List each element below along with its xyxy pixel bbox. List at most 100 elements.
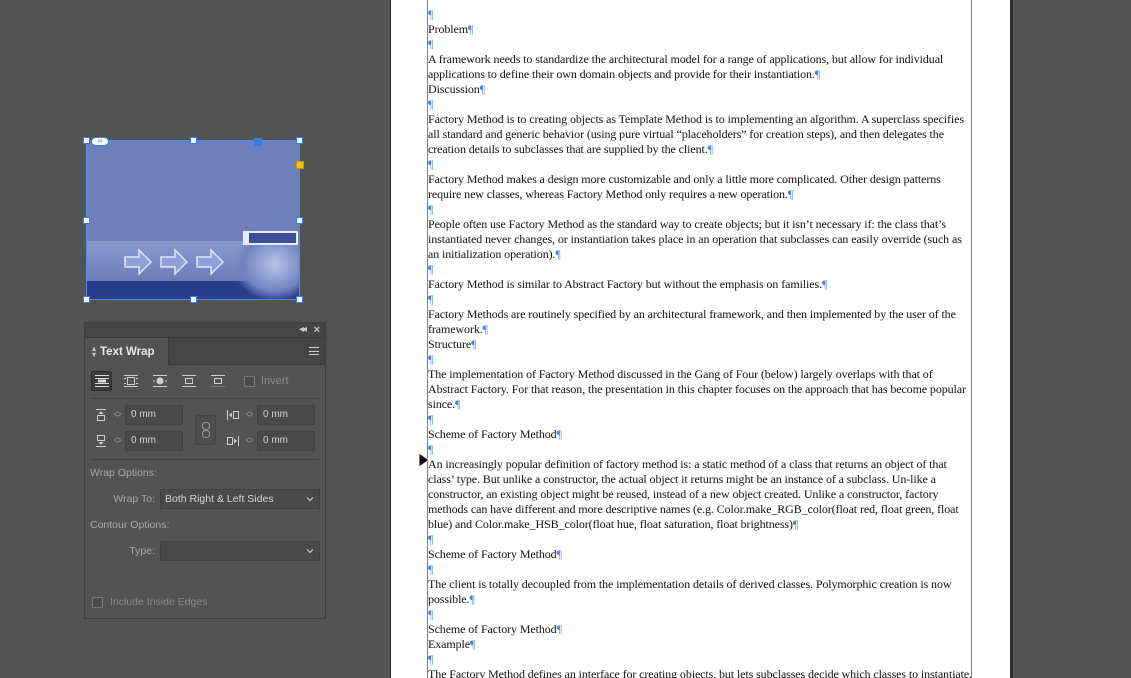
live-corners-port[interactable] <box>296 161 304 169</box>
wrap-bounding-box-icon <box>123 375 138 387</box>
invert-option[interactable]: Invert <box>244 375 289 387</box>
bottom-offset-input[interactable]: 0 mm <box>125 431 183 451</box>
resize-handle-bottom[interactable] <box>190 296 197 303</box>
paragraph: Scheme of Factory Method¶ <box>428 547 973 562</box>
paragraph: A framework needs to standardize the arc… <box>428 52 973 82</box>
content-grabber[interactable] <box>254 138 262 146</box>
page-shadow <box>1010 0 1013 678</box>
text-wrap-panel: ◂◂ × ▴ ▾ Text Wrap Invert ︿ ﹀ 0 mm ︿ ﹀ 0… <box>84 322 326 619</box>
empty-paragraph: ¶ <box>428 352 973 367</box>
resize-handle-bottom-left[interactable] <box>83 296 90 303</box>
paragraph: People often use Factory Method as the s… <box>428 217 973 262</box>
wrap-bounding-box-button[interactable] <box>120 371 141 391</box>
divider <box>91 398 319 399</box>
pilcrow-mark: ¶ <box>556 622 562 636</box>
right-offset-stepper[interactable]: ︿ ﹀ <box>246 434 253 448</box>
paragraph: Problem¶ <box>428 22 973 37</box>
jump-object-icon <box>181 375 196 387</box>
left-offset-input[interactable]: 0 mm <box>257 405 315 425</box>
resize-handle-bottom-right[interactable] <box>296 296 303 303</box>
no-text-wrap-button[interactable] <box>91 371 112 391</box>
paragraph: Factory Method makes a design more custo… <box>428 172 973 202</box>
paragraph-text: The Factory Method defines an interface … <box>428 667 973 678</box>
pilcrow-mark: ¶ <box>428 157 434 171</box>
resize-handle-top[interactable] <box>190 137 197 144</box>
paragraph-text: A framework needs to standardize the arc… <box>428 52 944 81</box>
paragraph: Factory Methods are routinely specified … <box>428 307 973 337</box>
resize-handle-top-right[interactable] <box>296 137 303 144</box>
pilcrow-mark: ¶ <box>482 322 488 336</box>
pilcrow-mark: ¶ <box>467 22 474 36</box>
pilcrow-mark: ¶ <box>428 412 434 426</box>
wrap-to-value: Both Right & Left Sides <box>165 493 274 505</box>
resize-handle-right[interactable] <box>296 217 303 224</box>
pilcrow-mark: ¶ <box>428 292 434 306</box>
paragraph: Factory Method is similar to Abstract Fa… <box>428 277 973 292</box>
paragraph-text: An increasingly popular definition of fa… <box>428 457 959 531</box>
pilcrow-mark: ¶ <box>814 67 821 81</box>
pilcrow-mark: ¶ <box>469 592 475 606</box>
pilcrow-mark: ¶ <box>707 142 713 156</box>
placed-image-frame[interactable]: ∞ <box>83 137 304 303</box>
wrap-to-select[interactable]: Both Right & Left Sides <box>160 489 320 509</box>
wrap-options-label: Wrap Options: <box>90 467 157 479</box>
right-offset-icon <box>227 436 239 446</box>
panel-tab-bar: ▴ ▾ Text Wrap <box>85 338 325 365</box>
jump-to-next-column-button[interactable] <box>207 371 228 391</box>
arrow-right-icon <box>195 247 225 277</box>
empty-paragraph: ¶ <box>428 262 973 277</box>
pilcrow-mark: ¶ <box>792 517 799 531</box>
left-offset-stepper[interactable]: ︿ ﹀ <box>246 408 253 422</box>
placed-image[interactable] <box>87 141 299 299</box>
jump-to-next-column-icon <box>210 375 225 387</box>
make-all-settings-same-link-icon[interactable] <box>195 415 216 445</box>
pilcrow-mark: ¶ <box>471 337 477 351</box>
include-inside-edges-option[interactable]: Include Inside Edges <box>92 596 207 608</box>
document-page[interactable]: ¶ Problem¶ ¶ A framework needs to standardi… <box>390 0 1011 678</box>
right-offset-input[interactable]: 0 mm <box>257 431 315 451</box>
empty-paragraph: ¶ <box>428 292 973 307</box>
empty-paragraph: ¶ <box>428 157 973 172</box>
empty-paragraph: ¶ <box>428 97 973 112</box>
collapse-panel-icon[interactable]: ◂◂ <box>299 324 307 336</box>
pilcrow-mark: ¶ <box>469 637 476 651</box>
bottom-offset-field: ︿ ﹀ 0 mm <box>94 431 183 451</box>
empty-paragraph: ¶ <box>428 442 973 457</box>
pilcrow-mark: ¶ <box>428 202 434 216</box>
image-arrows <box>123 247 225 277</box>
bottom-offset-icon <box>96 435 106 447</box>
pilcrow-mark: ¶ <box>787 187 794 201</box>
tab-text-wrap[interactable]: ▴ ▾ Text Wrap <box>85 338 169 365</box>
top-offset-stepper[interactable]: ︿ ﹀ <box>114 408 121 422</box>
paragraph: The Factory Method defines an interface … <box>428 667 973 678</box>
wrap-object-shape-button[interactable] <box>149 371 170 391</box>
text-frame[interactable]: ¶ Problem¶ ¶ A framework needs to standardi… <box>428 7 973 678</box>
contour-options-label: Contour Options: <box>90 519 170 531</box>
include-inside-edges-label: Include Inside Edges <box>110 596 208 608</box>
invert-checkbox[interactable] <box>244 375 255 387</box>
paragraph-text: Discussion <box>428 82 480 96</box>
panel-title-bar[interactable]: ◂◂ × <box>85 323 325 338</box>
close-icon[interactable]: × <box>314 324 320 336</box>
paragraph-text: Factory Method is similar to Abstract Fa… <box>428 277 822 291</box>
pilcrow-mark: ¶ <box>555 247 561 261</box>
tab-expand-icon[interactable]: ▴ ▾ <box>92 344 96 358</box>
paragraph: Factory Method is to creating objects as… <box>428 112 973 157</box>
resize-handle-left[interactable] <box>83 217 90 224</box>
contour-type-select[interactable] <box>160 541 320 561</box>
resize-handle-top-left[interactable] <box>83 137 90 144</box>
jump-object-button[interactable] <box>178 371 199 391</box>
paragraph: Scheme of Factory Method¶ <box>428 427 973 442</box>
paragraph-text: People often use Factory Method as the s… <box>428 217 962 261</box>
panel-menu-icon[interactable] <box>309 347 319 355</box>
paragraph: Scheme of Factory Method¶ <box>428 622 973 637</box>
paragraph-text: Scheme of Factory Method <box>428 547 557 561</box>
link-icon[interactable]: ∞ <box>91 137 109 146</box>
include-inside-edges-checkbox[interactable] <box>92 596 103 608</box>
wrap-to-label: Wrap To: <box>113 493 155 505</box>
paragraph: The client is totally decoupled from the… <box>428 577 973 607</box>
top-offset-icon <box>96 409 106 421</box>
chevron-down-icon <box>306 497 314 502</box>
top-offset-input[interactable]: 0 mm <box>125 405 183 425</box>
bottom-offset-stepper[interactable]: ︿ ﹀ <box>114 434 121 448</box>
